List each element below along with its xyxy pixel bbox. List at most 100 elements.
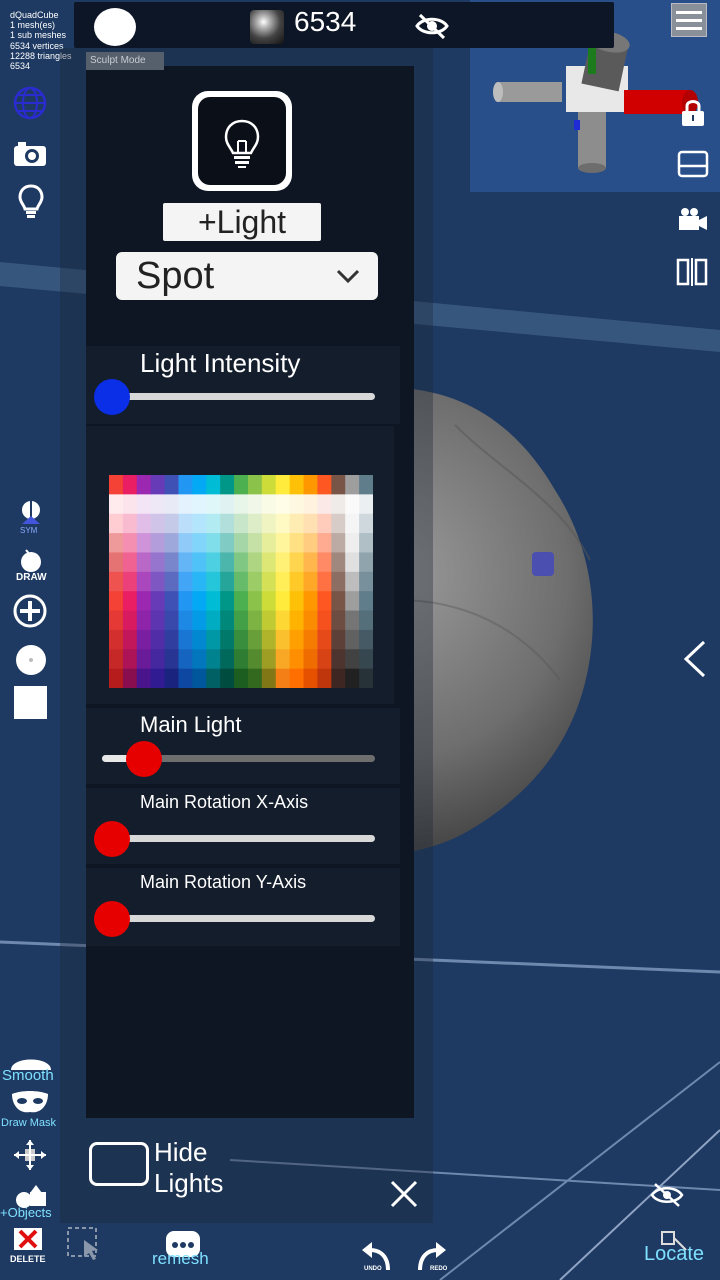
palette-swatch[interactable]: [136, 513, 152, 534]
palette-swatch[interactable]: [220, 649, 235, 670]
palette-swatch[interactable]: [164, 668, 179, 688]
palette-swatch[interactable]: [206, 610, 221, 631]
rotation-x-slider-knob[interactable]: [94, 821, 130, 857]
palette-swatch[interactable]: [220, 494, 235, 515]
palette-swatch[interactable]: [247, 571, 263, 592]
lock-icon[interactable]: [680, 98, 706, 128]
palette-swatch[interactable]: [192, 552, 207, 573]
palette-swatch[interactable]: [331, 629, 346, 650]
palette-swatch[interactable]: [289, 494, 305, 515]
palette-swatch[interactable]: [220, 533, 235, 553]
palette-swatch[interactable]: [206, 552, 221, 573]
palette-swatch[interactable]: [345, 533, 360, 553]
palette-swatch[interactable]: [345, 513, 360, 534]
palette-swatch[interactable]: [289, 571, 305, 592]
palette-swatch[interactable]: [164, 649, 179, 670]
palette-swatch[interactable]: [220, 610, 235, 631]
palette-swatch[interactable]: [247, 494, 263, 515]
palette-swatch[interactable]: [164, 571, 179, 592]
palette-swatch[interactable]: [192, 533, 207, 553]
palette-swatch[interactable]: [359, 571, 373, 592]
color-palette[interactable]: [109, 475, 373, 688]
palette-swatch[interactable]: [234, 513, 249, 534]
wireframe-sphere-icon[interactable]: [13, 86, 47, 120]
palette-swatch[interactable]: [192, 494, 207, 515]
palette-swatch[interactable]: [150, 629, 166, 650]
intensity-slider-track[interactable]: [94, 379, 375, 415]
palette-swatch[interactable]: [109, 533, 124, 553]
palette-swatch[interactable]: [247, 475, 263, 495]
rotation-y-slider-track[interactable]: [94, 901, 375, 937]
palette-swatch[interactable]: [136, 494, 152, 515]
palette-swatch[interactable]: [206, 668, 221, 688]
palette-swatch[interactable]: [164, 494, 179, 515]
close-icon[interactable]: [388, 1178, 420, 1210]
palette-swatch[interactable]: [303, 475, 318, 495]
palette-swatch[interactable]: [109, 668, 124, 688]
palette-swatch[interactable]: [247, 629, 263, 650]
palette-swatch[interactable]: [275, 533, 291, 553]
palette-swatch[interactable]: [150, 571, 166, 592]
draw-brush-icon[interactable]: [18, 548, 44, 572]
rotation-x-slider-track[interactable]: [94, 821, 375, 857]
palette-swatch[interactable]: [317, 533, 332, 553]
palette-swatch[interactable]: [345, 668, 360, 688]
palette-swatch[interactable]: [275, 591, 291, 612]
palette-swatch[interactable]: [359, 475, 373, 495]
palette-swatch[interactable]: [220, 591, 235, 612]
palette-swatch[interactable]: [289, 533, 305, 553]
add-light-button[interactable]: +Light: [163, 203, 321, 241]
palette-swatch[interactable]: [303, 571, 318, 592]
palette-swatch[interactable]: [247, 668, 263, 688]
palette-swatch[interactable]: [150, 649, 166, 670]
palette-swatch[interactable]: [261, 513, 277, 534]
palette-swatch[interactable]: [359, 552, 373, 573]
palette-swatch[interactable]: [331, 513, 346, 534]
main-light-slider-track[interactable]: [102, 741, 375, 777]
palette-swatch[interactable]: [261, 591, 277, 612]
add-icon[interactable]: [13, 594, 47, 628]
palette-swatch[interactable]: [275, 610, 291, 631]
palette-swatch[interactable]: [317, 494, 332, 515]
palette-swatch[interactable]: [275, 571, 291, 592]
palette-swatch[interactable]: [331, 649, 346, 670]
palette-swatch[interactable]: [331, 668, 346, 688]
palette-swatch[interactable]: [122, 591, 138, 612]
palette-swatch[interactable]: [331, 494, 346, 515]
palette-swatch[interactable]: [136, 649, 152, 670]
palette-swatch[interactable]: [150, 533, 166, 553]
palette-swatch[interactable]: [109, 552, 124, 573]
palette-swatch[interactable]: [109, 475, 124, 495]
palette-swatch[interactable]: [303, 513, 318, 534]
palette-swatch[interactable]: [150, 494, 166, 515]
palette-swatch[interactable]: [275, 649, 291, 670]
palette-swatch[interactable]: [331, 591, 346, 612]
palette-swatch[interactable]: [331, 571, 346, 592]
palette-swatch[interactable]: [289, 513, 305, 534]
palette-swatch[interactable]: [109, 494, 124, 515]
palette-swatch[interactable]: [234, 475, 249, 495]
palette-swatch[interactable]: [261, 533, 277, 553]
palette-swatch[interactable]: [136, 629, 152, 650]
palette-swatch[interactable]: [359, 591, 373, 612]
palette-swatch[interactable]: [150, 552, 166, 573]
palette-swatch[interactable]: [178, 591, 193, 612]
palette-swatch[interactable]: [247, 513, 263, 534]
palette-swatch[interactable]: [122, 513, 138, 534]
palette-swatch[interactable]: [122, 649, 138, 670]
palette-swatch[interactable]: [136, 552, 152, 573]
palette-swatch[interactable]: [345, 591, 360, 612]
palette-swatch[interactable]: [303, 668, 318, 688]
palette-swatch[interactable]: [234, 552, 249, 573]
palette-swatch[interactable]: [192, 610, 207, 631]
eye-off-icon[interactable]: [650, 1182, 684, 1208]
remesh-button[interactable]: remesh: [152, 1249, 209, 1269]
palette-swatch[interactable]: [220, 629, 235, 650]
palette-swatch[interactable]: [150, 610, 166, 631]
palette-swatch[interactable]: [289, 629, 305, 650]
palette-swatch[interactable]: [303, 591, 318, 612]
palette-swatch[interactable]: [261, 649, 277, 670]
palette-swatch[interactable]: [164, 475, 179, 495]
rotation-y-slider-knob[interactable]: [94, 901, 130, 937]
palette-swatch[interactable]: [109, 610, 124, 631]
